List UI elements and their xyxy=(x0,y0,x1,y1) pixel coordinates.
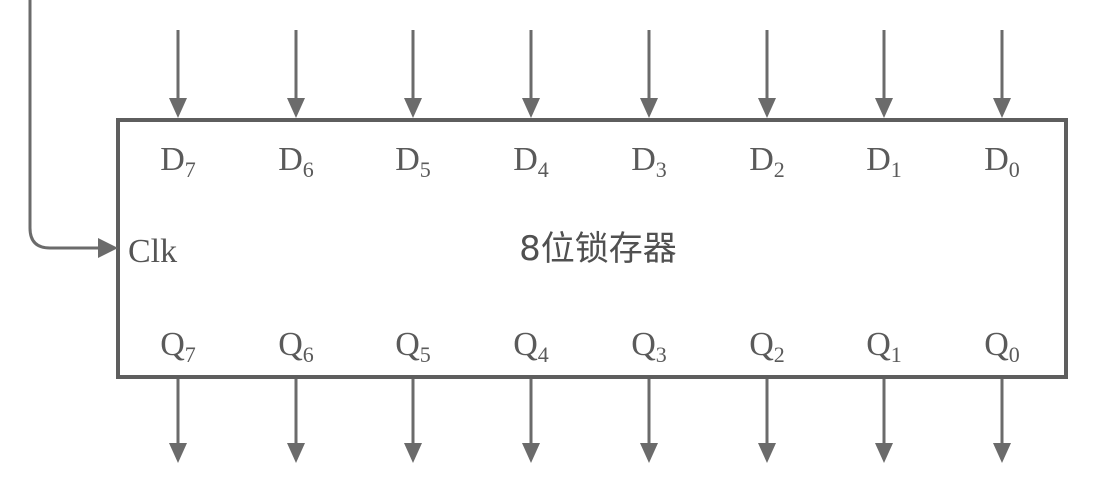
arrow-down-icon xyxy=(640,443,658,463)
arrow-down-icon xyxy=(404,443,422,463)
pin-index: 0 xyxy=(1009,342,1020,367)
output-label-q2: Q2 xyxy=(749,326,785,367)
pin-index: 6 xyxy=(303,342,314,367)
arrow-down-icon xyxy=(522,443,540,463)
pin-letter: D xyxy=(278,141,303,178)
input-arrow-d7 xyxy=(169,30,187,118)
input-label-d6: D6 xyxy=(278,141,314,182)
input-arrow-d6 xyxy=(287,30,305,118)
clock-label: Clk xyxy=(128,233,177,270)
pin-index: 3 xyxy=(656,342,667,367)
arrow-down-icon xyxy=(875,98,893,118)
clock-arrow-icon xyxy=(98,238,118,258)
block-title: 8位锁存器 xyxy=(519,229,677,269)
pin-index: 6 xyxy=(303,157,314,182)
input-label-d3: D3 xyxy=(631,141,667,182)
input-arrow-d0 xyxy=(993,30,1011,118)
input-arrow-d1 xyxy=(875,30,893,118)
input-label-d1: D1 xyxy=(866,141,902,182)
input-label-d2: D2 xyxy=(749,141,785,182)
clock-line xyxy=(28,0,98,250)
output-label-q4: Q4 xyxy=(513,326,549,367)
input-pins: D7 D6 D5 D4 D3 D2 D1 D0 xyxy=(160,30,1020,182)
pin-letter: Q xyxy=(984,326,1009,363)
arrow-down-icon xyxy=(169,443,187,463)
input-label-d4: D4 xyxy=(513,141,549,182)
output-pins: Q7 Q6 Q5 Q4 Q3 Q2 Q1 Q0 xyxy=(160,326,1020,463)
pin-letter: D xyxy=(631,141,656,178)
output-arrow-q7 xyxy=(169,379,187,463)
arrow-down-icon xyxy=(993,98,1011,118)
pin-index: 2 xyxy=(774,157,785,182)
pin-index: 5 xyxy=(420,342,431,367)
arrow-down-icon xyxy=(640,98,658,118)
pin-index: 7 xyxy=(185,157,196,182)
input-arrow-d3 xyxy=(640,30,658,118)
output-label-q5: Q5 xyxy=(395,326,431,367)
pin-letter: Q xyxy=(866,326,891,363)
arrow-down-icon xyxy=(875,443,893,463)
input-arrow-d4 xyxy=(522,30,540,118)
output-arrow-q6 xyxy=(287,379,305,463)
pin-letter: D xyxy=(395,141,420,178)
pin-index: 1 xyxy=(891,157,902,182)
pin-letter: Q xyxy=(160,326,185,363)
arrow-down-icon xyxy=(287,98,305,118)
output-label-q6: Q6 xyxy=(278,326,314,367)
pin-letter: Q xyxy=(395,326,420,363)
output-arrow-q2 xyxy=(758,379,776,463)
input-arrow-d5 xyxy=(404,30,422,118)
arrow-down-icon xyxy=(993,443,1011,463)
arrow-down-icon xyxy=(758,98,776,118)
output-arrow-q4 xyxy=(522,379,540,463)
pin-index: 2 xyxy=(774,342,785,367)
pin-letter: D xyxy=(513,141,538,178)
input-label-d5: D5 xyxy=(395,141,431,182)
pin-letter: D xyxy=(866,141,891,178)
pin-letter: D xyxy=(160,141,185,178)
output-label-q1: Q1 xyxy=(866,326,902,367)
pin-index: 3 xyxy=(656,157,667,182)
arrow-down-icon xyxy=(404,98,422,118)
pin-letter: Q xyxy=(631,326,656,363)
pin-letter: Q xyxy=(513,326,538,363)
arrow-down-icon xyxy=(758,443,776,463)
pin-index: 5 xyxy=(420,157,431,182)
output-arrow-q1 xyxy=(875,379,893,463)
pin-letter: Q xyxy=(749,326,774,363)
output-label-q3: Q3 xyxy=(631,326,667,367)
pin-letter: D xyxy=(984,141,1009,178)
pin-index: 4 xyxy=(538,342,549,367)
pin-index: 0 xyxy=(1009,157,1020,182)
input-label-d7: D7 xyxy=(160,141,196,182)
pin-letter: Q xyxy=(278,326,303,363)
latch-diagram: Clk 8位锁存器 D7 D6 D5 D4 D3 D2 D1 D0 Q7 Q6 Q5 Q4 Q3 Q2 Q… xyxy=(28,0,1068,463)
input-label-d0: D0 xyxy=(984,141,1020,182)
input-arrow-d2 xyxy=(758,30,776,118)
output-label-q7: Q7 xyxy=(160,326,196,367)
arrow-down-icon xyxy=(522,98,540,118)
arrow-down-icon xyxy=(287,443,305,463)
output-arrow-q5 xyxy=(404,379,422,463)
arrow-down-icon xyxy=(169,98,187,118)
output-arrow-q0 xyxy=(993,379,1011,463)
pin-index: 7 xyxy=(185,342,196,367)
pin-index: 4 xyxy=(538,157,549,182)
output-arrow-q3 xyxy=(640,379,658,463)
pin-index: 1 xyxy=(891,342,902,367)
output-label-q0: Q0 xyxy=(984,326,1020,367)
pin-letter: D xyxy=(749,141,774,178)
